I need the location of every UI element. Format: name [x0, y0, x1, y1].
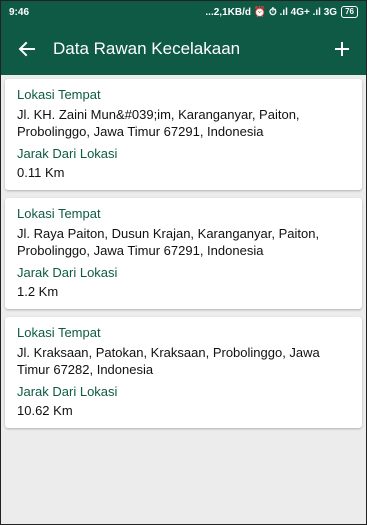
list-item[interactable]: Lokasi Tempat Jl. Raya Paiton, Dusun Kra…	[5, 198, 362, 309]
status-indicators: ...2,1KB/d ⏰ ⏱ .ıl 4G+ .ıl 3G 76	[205, 6, 358, 18]
arrow-left-icon	[18, 41, 35, 57]
add-button[interactable]	[330, 37, 354, 61]
list-item[interactable]: Lokasi Tempat Jl. Kraksaan, Patokan, Kra…	[5, 317, 362, 428]
location-address: Jl. Kraksaan, Patokan, Kraksaan, Proboli…	[17, 345, 320, 377]
status-time: 9:46	[9, 6, 30, 18]
location-label: Lokasi Tempat	[17, 87, 101, 102]
list-item[interactable]: Lokasi Tempat Jl. KH. Zaini Mun&#039;im,…	[5, 79, 362, 190]
plus-icon	[335, 42, 349, 56]
distance-label: Jarak Dari Lokasi	[17, 384, 118, 399]
location-address: Jl. Raya Paiton, Dusun Krajan, Karangany…	[17, 226, 320, 258]
app-toolbar: Data Rawan Kecelakaan	[1, 23, 366, 75]
distance-value: 1.2 Km	[17, 284, 59, 299]
app-screen: 9:46 ...2,1KB/d ⏰ ⏱ .ıl 4G+ .ıl 3G 76 Da…	[0, 0, 367, 525]
distance-value: 0.11 Km	[17, 165, 65, 180]
accident-location-list: Lokasi Tempat Jl. KH. Zaini Mun&#039;im,…	[1, 75, 366, 428]
status-network-text: ...2,1KB/d ⏰ ⏱ .ıl 4G+ .ıl 3G	[205, 6, 338, 18]
location-label: Lokasi Tempat	[17, 206, 101, 221]
status-bar: 9:46 ...2,1KB/d ⏰ ⏱ .ıl 4G+ .ıl 3G 76	[1, 1, 366, 23]
distance-value: 10.62 Km	[17, 403, 73, 418]
location-label: Lokasi Tempat	[17, 325, 101, 340]
distance-label: Jarak Dari Lokasi	[17, 146, 118, 161]
back-button[interactable]	[15, 37, 39, 61]
distance-label: Jarak Dari Lokasi	[17, 265, 118, 280]
battery-icon: 76	[341, 6, 358, 18]
location-address: Jl. KH. Zaini Mun&#039;im, Karanganyar, …	[17, 107, 300, 139]
page-title: Data Rawan Kecelakaan	[53, 39, 241, 58]
